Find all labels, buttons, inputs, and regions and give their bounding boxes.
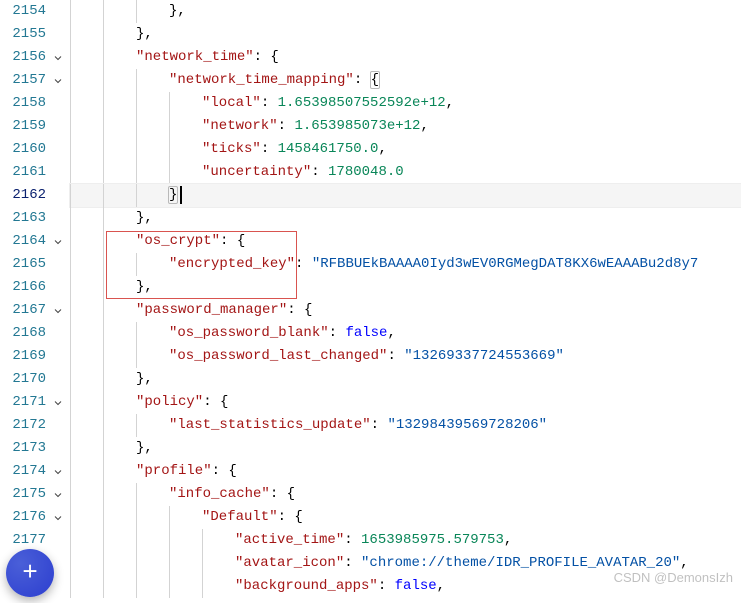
line-number: 2154 xyxy=(0,0,46,23)
fold-spacer xyxy=(46,115,70,138)
fold-chevron-down-icon[interactable] xyxy=(46,230,70,253)
line-number: 2171 xyxy=(0,391,46,414)
code-content[interactable]: },},"network_time": {"network_time_mappi… xyxy=(70,0,741,598)
line-number-gutter: 2154215521562157215821592160216121622163… xyxy=(0,0,46,598)
code-line[interactable]: "network_time": { xyxy=(70,46,741,69)
line-number: 2167 xyxy=(0,299,46,322)
code-line[interactable]: } xyxy=(70,184,741,207)
code-line[interactable]: "local": 1.65398507552592e+12, xyxy=(70,92,741,115)
code-line[interactable]: "Default": { xyxy=(70,506,741,529)
fold-spacer xyxy=(46,322,70,345)
line-number: 2165 xyxy=(0,253,46,276)
fold-spacer xyxy=(46,0,70,23)
fold-spacer xyxy=(46,161,70,184)
code-line[interactable]: "profile": { xyxy=(70,460,741,483)
line-number: 2155 xyxy=(0,23,46,46)
fold-chevron-down-icon[interactable] xyxy=(46,299,70,322)
line-number: 2172 xyxy=(0,414,46,437)
fold-chevron-down-icon[interactable] xyxy=(46,46,70,69)
code-line[interactable]: "os_crypt": { xyxy=(70,230,741,253)
fold-chevron-down-icon[interactable] xyxy=(46,69,70,92)
line-number: 2158 xyxy=(0,92,46,115)
code-editor[interactable]: 2154215521562157215821592160216121622163… xyxy=(0,0,741,598)
line-number: 2170 xyxy=(0,368,46,391)
code-line[interactable]: "os_password_last_changed": "13269337724… xyxy=(70,345,741,368)
fold-chevron-down-icon[interactable] xyxy=(46,483,70,506)
code-line[interactable]: "uncertainty": 1780048.0 xyxy=(70,161,741,184)
code-line[interactable]: "network_time_mapping": { xyxy=(70,69,741,92)
code-line[interactable]: }, xyxy=(70,207,741,230)
text-cursor xyxy=(180,186,182,204)
fold-column[interactable] xyxy=(46,0,70,598)
code-line[interactable]: }, xyxy=(70,0,741,23)
plus-icon: + xyxy=(22,562,38,585)
code-line[interactable]: "encrypted_key": "RFBBUEkBAAAA0Iyd3wEV0R… xyxy=(70,253,741,276)
line-number: 2174 xyxy=(0,460,46,483)
line-number: 2159 xyxy=(0,115,46,138)
code-line[interactable]: "info_cache": { xyxy=(70,483,741,506)
line-number: 2166 xyxy=(0,276,46,299)
line-number: 2164 xyxy=(0,230,46,253)
line-number: 2168 xyxy=(0,322,46,345)
code-line[interactable]: "avatar_icon": "chrome://theme/IDR_PROFI… xyxy=(70,552,741,575)
add-fab-button[interactable]: + xyxy=(6,549,54,597)
fold-spacer xyxy=(46,276,70,299)
fold-spacer xyxy=(46,23,70,46)
fold-spacer xyxy=(46,207,70,230)
code-line[interactable]: }, xyxy=(70,368,741,391)
fold-chevron-down-icon[interactable] xyxy=(46,391,70,414)
line-number: 2176 xyxy=(0,506,46,529)
code-line[interactable]: "ticks": 1458461750.0, xyxy=(70,138,741,161)
code-line[interactable]: "last_statistics_update": "1329843956972… xyxy=(70,414,741,437)
fold-spacer xyxy=(46,345,70,368)
line-number: 2177 xyxy=(0,529,46,552)
line-number: 2156 xyxy=(0,46,46,69)
code-line[interactable]: "os_password_blank": false, xyxy=(70,322,741,345)
code-line[interactable]: "active_time": 1653985975.579753, xyxy=(70,529,741,552)
code-line[interactable]: "password_manager": { xyxy=(70,299,741,322)
fold-spacer xyxy=(46,437,70,460)
fold-spacer xyxy=(46,184,70,207)
fold-spacer xyxy=(46,414,70,437)
code-line[interactable]: "policy": { xyxy=(70,391,741,414)
line-number: 2169 xyxy=(0,345,46,368)
fold-spacer xyxy=(46,529,70,552)
line-number: 2173 xyxy=(0,437,46,460)
fold-chevron-down-icon[interactable] xyxy=(46,460,70,483)
line-number: 2157 xyxy=(0,69,46,92)
fold-spacer xyxy=(46,253,70,276)
fold-spacer xyxy=(46,138,70,161)
line-number: 2160 xyxy=(0,138,46,161)
line-number: 2175 xyxy=(0,483,46,506)
line-number: 2161 xyxy=(0,161,46,184)
code-line[interactable]: }, xyxy=(70,276,741,299)
code-line[interactable]: "background_apps": false, xyxy=(70,575,741,598)
line-number: 2163 xyxy=(0,207,46,230)
fold-chevron-down-icon[interactable] xyxy=(46,506,70,529)
code-line[interactable]: }, xyxy=(70,23,741,46)
code-line[interactable]: }, xyxy=(70,437,741,460)
code-line[interactable]: "network": 1.653985073e+12, xyxy=(70,115,741,138)
line-number: 2162 xyxy=(0,184,46,207)
fold-spacer xyxy=(46,368,70,391)
fold-spacer xyxy=(46,92,70,115)
